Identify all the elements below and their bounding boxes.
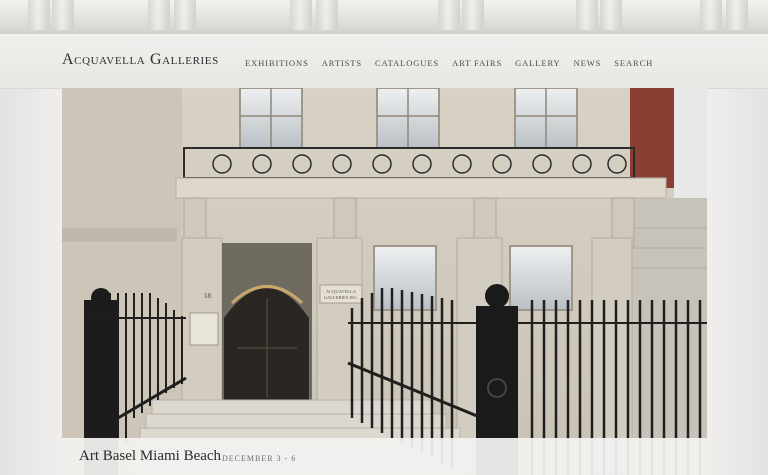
nav-artists[interactable]: Artists: [322, 58, 362, 68]
corbel-ornament: [174, 0, 196, 30]
corbel-ornament: [576, 0, 598, 30]
sign-text-line-1: ACQUAVELLA: [326, 289, 357, 294]
corbel-ornament: [290, 0, 312, 30]
corbel-ornament: [148, 0, 170, 30]
hero-image[interactable]: ACQUAVELLA GALLERIES INC. 18: [62, 88, 707, 475]
site-logo[interactable]: Acquavella Galleries: [62, 51, 219, 69]
nav-gallery[interactable]: Gallery: [515, 58, 561, 68]
nav-news[interactable]: News: [574, 58, 602, 68]
street-number: 18: [204, 292, 212, 300]
nav-art-fairs[interactable]: Art Fairs: [452, 58, 502, 68]
main-nav: Exhibitions Artists Catalogues Art Fairs…: [245, 58, 666, 68]
feature-title[interactable]: Art Basel Miami Beach: [79, 448, 221, 465]
corbel-ornament: [600, 0, 622, 30]
feature-dates: December 3 - 6: [222, 454, 297, 463]
corbel-ornament: [316, 0, 338, 30]
corbel-ornament: [52, 0, 74, 30]
nav-exhibitions[interactable]: Exhibitions: [245, 58, 309, 68]
corbel-ornament: [28, 0, 50, 30]
gallery-facade-illustration: ACQUAVELLA GALLERIES INC. 18: [62, 88, 707, 475]
corbel-ornament: [462, 0, 484, 30]
corbel-ornament: [438, 0, 460, 30]
nav-search[interactable]: Search: [614, 58, 653, 68]
nav-catalogues[interactable]: Catalogues: [375, 58, 439, 68]
corbel-ornament: [700, 0, 722, 30]
corbel-ornament: [726, 0, 748, 30]
architectural-cornice: [0, 0, 768, 35]
sign-text-line-2: GALLERIES INC.: [324, 295, 359, 300]
